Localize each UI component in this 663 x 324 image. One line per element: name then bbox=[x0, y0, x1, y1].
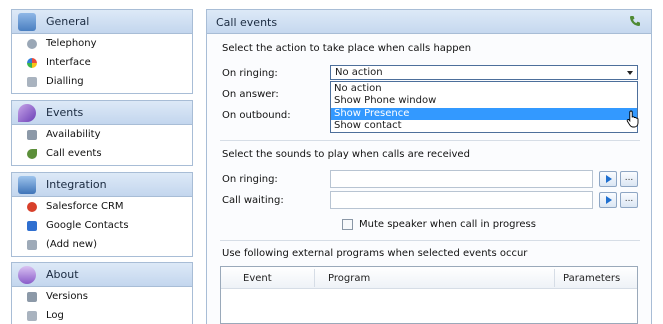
dropdown-option-show-presence[interactable]: Show Presence bbox=[331, 108, 637, 120]
panel-header: Call events bbox=[207, 10, 651, 34]
column-header-program[interactable]: Program bbox=[328, 273, 370, 284]
call-events-icon bbox=[27, 148, 37, 159]
mute-speaker-label: Mute speaker when call in progress bbox=[359, 219, 536, 230]
sidebar-item-call-events[interactable]: Call events bbox=[12, 144, 192, 163]
availability-icon bbox=[27, 129, 37, 140]
log-icon bbox=[27, 310, 37, 321]
events-icon bbox=[18, 103, 36, 122]
interface-icon bbox=[27, 57, 37, 68]
group-header-events[interactable]: Events bbox=[12, 101, 192, 125]
sidebar-item-label: (Add new) bbox=[46, 239, 98, 250]
table-header: Event Program Parameters bbox=[221, 267, 637, 289]
dropdown-option-show-phone-window[interactable]: Show Phone window bbox=[331, 95, 637, 107]
column-header-event[interactable]: Event bbox=[243, 273, 272, 284]
column-divider[interactable] bbox=[554, 269, 555, 287]
sidebar-item-interface[interactable]: Interface bbox=[12, 53, 192, 72]
sidebar-item-label: Versions bbox=[46, 291, 88, 302]
sidebar-item-label: Interface bbox=[46, 57, 91, 68]
action-dropdown-list: No action Show Phone window Show Presenc… bbox=[330, 81, 638, 133]
about-icon bbox=[18, 265, 36, 284]
sidebar-item-google-contacts[interactable]: Google Contacts bbox=[12, 216, 192, 235]
sidebar-item-dialling[interactable]: Dialling bbox=[12, 72, 192, 91]
ringing-sound-input[interactable] bbox=[330, 170, 593, 188]
sidebar-item-telephony[interactable]: Telephony bbox=[12, 34, 192, 53]
on-ringing-label: On ringing: bbox=[222, 68, 278, 79]
browse-ringing-sound-button[interactable]: ... bbox=[620, 171, 638, 187]
group-title: Events bbox=[46, 106, 84, 119]
column-divider[interactable] bbox=[314, 269, 315, 287]
sidebar-item-versions[interactable]: Versions bbox=[12, 287, 192, 306]
versions-icon bbox=[27, 291, 37, 302]
browse-waiting-sound-button[interactable]: ... bbox=[620, 192, 638, 208]
sidebar-item-label: Salesforce CRM bbox=[46, 201, 124, 212]
google-contacts-icon bbox=[27, 220, 37, 231]
play-ringing-sound-button[interactable] bbox=[599, 171, 617, 187]
group-integration: Integration Salesforce CRM Google Contac… bbox=[11, 172, 193, 257]
mute-speaker-checkbox[interactable] bbox=[342, 219, 353, 230]
group-general: General Telephony Interface Dialling bbox=[11, 9, 193, 94]
sidebar-item-label: Availability bbox=[46, 129, 101, 140]
group-header-about[interactable]: About bbox=[12, 263, 192, 287]
salesforce-icon bbox=[27, 201, 37, 212]
general-icon bbox=[18, 12, 36, 31]
sidebar-item-add-new[interactable]: (Add new) bbox=[12, 235, 192, 254]
divider bbox=[220, 140, 640, 141]
group-events: Events Availability Call events bbox=[11, 100, 193, 166]
sidebar-item-label: Telephony bbox=[46, 38, 97, 49]
play-waiting-sound-button[interactable] bbox=[599, 192, 617, 208]
sidebar-item-label: Dialling bbox=[46, 76, 84, 87]
sidebar-item-salesforce-crm[interactable]: Salesforce CRM bbox=[12, 197, 192, 216]
add-new-icon bbox=[27, 239, 37, 250]
on-outbound-label: On outbound: bbox=[222, 110, 291, 121]
dialling-icon bbox=[27, 76, 37, 87]
sounds-heading: Select the sounds to play when calls are… bbox=[222, 149, 470, 160]
dropdown-option-show-contact[interactable]: Show contact bbox=[331, 120, 637, 132]
integration-icon bbox=[18, 175, 36, 194]
page-title: Call events bbox=[216, 16, 278, 29]
sidebar-item-label: Call events bbox=[46, 148, 102, 159]
telephony-icon bbox=[27, 38, 37, 49]
column-header-parameters[interactable]: Parameters bbox=[563, 273, 620, 284]
external-programs-table[interactable]: Event Program Parameters bbox=[220, 266, 638, 324]
sound-waiting-label: Call waiting: bbox=[222, 195, 284, 206]
phone-icon bbox=[630, 16, 640, 26]
group-title: Integration bbox=[46, 178, 107, 191]
selected-value: No action bbox=[335, 67, 383, 78]
on-ringing-select[interactable]: No action bbox=[330, 65, 638, 80]
waiting-sound-input[interactable] bbox=[330, 191, 593, 209]
dropdown-option-no-action[interactable]: No action bbox=[331, 83, 637, 95]
actions-heading: Select the action to take place when cal… bbox=[222, 43, 472, 54]
divider bbox=[220, 240, 640, 241]
group-title: About bbox=[46, 268, 79, 281]
group-header-general[interactable]: General bbox=[12, 10, 192, 34]
group-about: About Versions Log bbox=[11, 262, 193, 324]
programs-heading: Use following external programs when sel… bbox=[222, 248, 528, 259]
sound-ringing-label: On ringing: bbox=[222, 174, 278, 185]
sidebar-item-log[interactable]: Log bbox=[12, 306, 192, 324]
sidebar-item-label: Log bbox=[46, 310, 64, 321]
sidebar-item-availability[interactable]: Availability bbox=[12, 125, 192, 144]
group-header-integration[interactable]: Integration bbox=[12, 173, 192, 197]
on-answer-label: On answer: bbox=[222, 89, 279, 100]
chevron-down-icon[interactable] bbox=[627, 71, 633, 75]
sidebar-item-label: Google Contacts bbox=[46, 220, 129, 231]
group-title: General bbox=[46, 15, 90, 28]
mouse-cursor-icon bbox=[626, 110, 639, 128]
